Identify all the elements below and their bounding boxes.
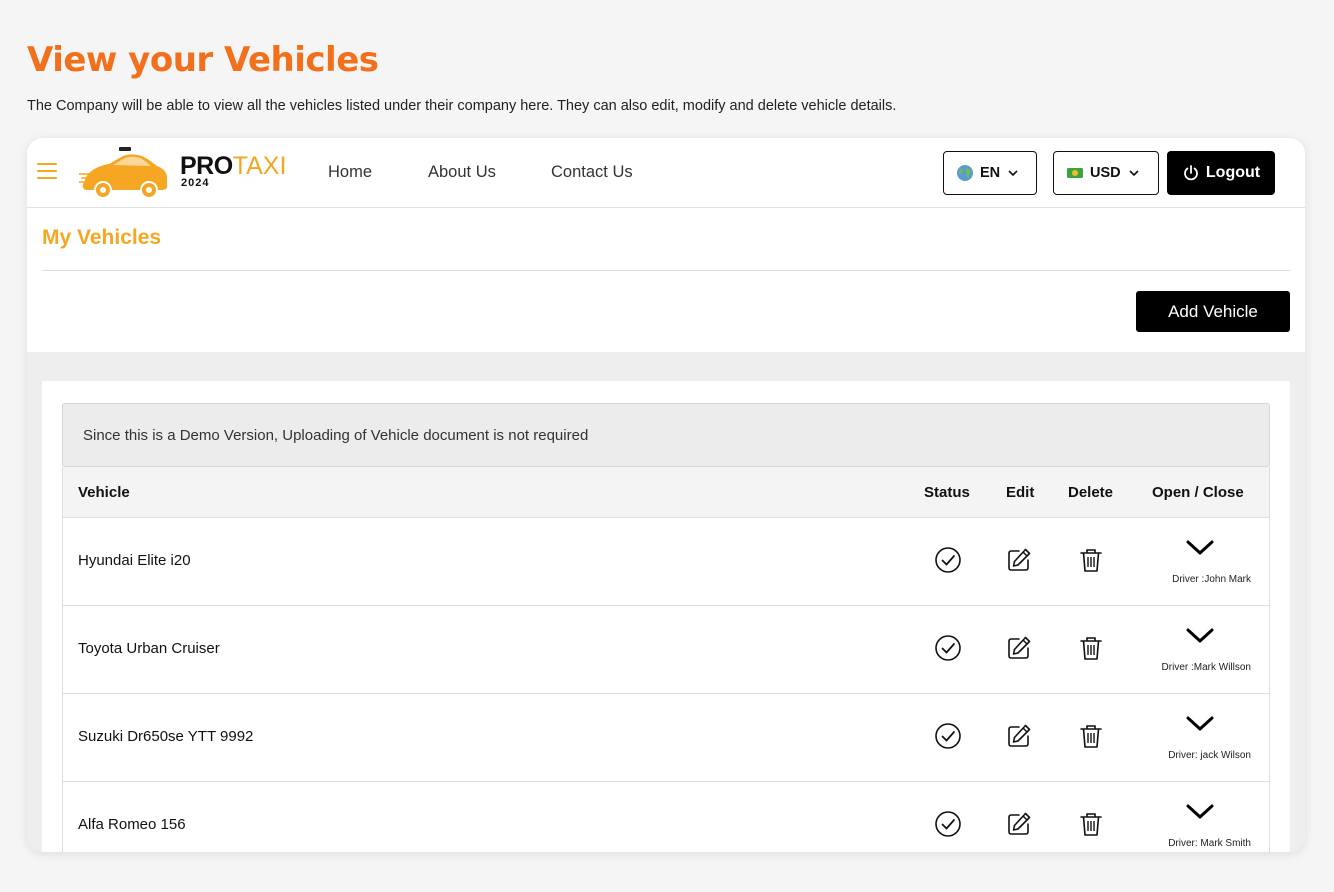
nav-link-contact-us[interactable]: Contact Us (551, 163, 633, 182)
brand-logo[interactable]: PROTAXI 2024 (180, 152, 287, 189)
hamburger-menu-icon[interactable] (37, 163, 57, 181)
driver-label: Driver: jack Wilson (1168, 750, 1251, 761)
brand-logo-bold: PRO (180, 152, 233, 180)
edit-icon[interactable] (1004, 633, 1034, 663)
page-description: The Company will be able to view all the… (27, 98, 897, 114)
table-header: Vehicle Status Edit Delete Open / Close (63, 467, 1269, 518)
status-check-icon[interactable] (933, 721, 963, 751)
header-open-close: Open / Close (1152, 484, 1244, 501)
header-status: Status (924, 484, 970, 501)
driver-label: Driver: Mark Smith (1168, 838, 1251, 849)
top-navbar: PROTAXI 2024 Home About Us Contact Us EN… (27, 138, 1305, 208)
nav-link-home[interactable]: Home (328, 163, 372, 182)
brand-logo-year: 2024 (181, 177, 210, 189)
logout-button[interactable]: Logout (1167, 151, 1275, 195)
chevron-down-icon[interactable] (1185, 714, 1215, 734)
trash-icon[interactable] (1076, 545, 1106, 575)
driver-label: Driver :John Mark (1172, 574, 1251, 585)
table-row: Suzuki Dr650se YTT 9992 Driver: jack Wil… (63, 694, 1269, 782)
trash-icon[interactable] (1076, 809, 1106, 839)
header-vehicle: Vehicle (78, 484, 130, 501)
app-window: PROTAXI 2024 Home About Us Contact Us EN… (27, 138, 1305, 852)
driver-label: Driver :Mark Willson (1161, 662, 1251, 673)
section-divider (42, 270, 1290, 271)
logout-label: Logout (1205, 164, 1261, 181)
taxi-car-logo-icon (79, 147, 167, 199)
header-edit: Edit (1006, 484, 1035, 501)
language-value: EN (980, 165, 1001, 181)
vehicles-table: Vehicle Status Edit Delete Open / Close … (62, 467, 1270, 852)
chevron-down-icon[interactable] (1185, 802, 1215, 822)
edit-icon[interactable] (1004, 545, 1034, 575)
globe-icon (957, 165, 973, 181)
trash-icon[interactable] (1076, 633, 1106, 663)
status-check-icon[interactable] (933, 809, 963, 839)
vehicle-name: Alfa Romeo 156 (78, 816, 186, 833)
table-row: Toyota Urban Cruiser Driver :Mark Willso… (63, 606, 1269, 694)
chevron-down-icon[interactable] (1185, 538, 1215, 558)
brand-logo-accent: TAXI (232, 152, 287, 180)
currency-selector[interactable]: USD (1053, 151, 1159, 195)
power-icon (1184, 165, 1198, 181)
header-delete: Delete (1068, 484, 1114, 501)
vehicle-name: Toyota Urban Cruiser (78, 640, 220, 657)
demo-notice: Since this is a Demo Version, Uploading … (62, 403, 1270, 467)
table-row: Hyundai Elite i20 Driver :John Mark (63, 518, 1269, 606)
edit-icon[interactable] (1004, 809, 1034, 839)
trash-icon[interactable] (1076, 721, 1106, 751)
vehicle-name: Suzuki Dr650se YTT 9992 (78, 728, 254, 745)
section-title: My Vehicles (42, 226, 162, 249)
chevron-down-icon[interactable] (1185, 626, 1215, 646)
nav-link-about-us[interactable]: About Us (428, 163, 496, 182)
banknote-icon (1067, 168, 1083, 178)
language-selector[interactable]: EN (943, 151, 1037, 195)
vehicle-name: Hyundai Elite i20 (78, 552, 191, 569)
page-title: View your Vehicles (27, 40, 379, 80)
add-vehicle-button[interactable]: Add Vehicle (1136, 291, 1290, 332)
status-check-icon[interactable] (933, 633, 963, 663)
chevron-down-icon (1008, 170, 1018, 177)
currency-value: USD (1090, 165, 1121, 181)
table-row: Alfa Romeo 156 Driver: Mark Smith (63, 782, 1269, 852)
status-check-icon[interactable] (933, 545, 963, 575)
chevron-down-icon (1129, 170, 1139, 177)
vehicles-panel: Since this is a Demo Version, Uploading … (42, 381, 1290, 852)
edit-icon[interactable] (1004, 721, 1034, 751)
